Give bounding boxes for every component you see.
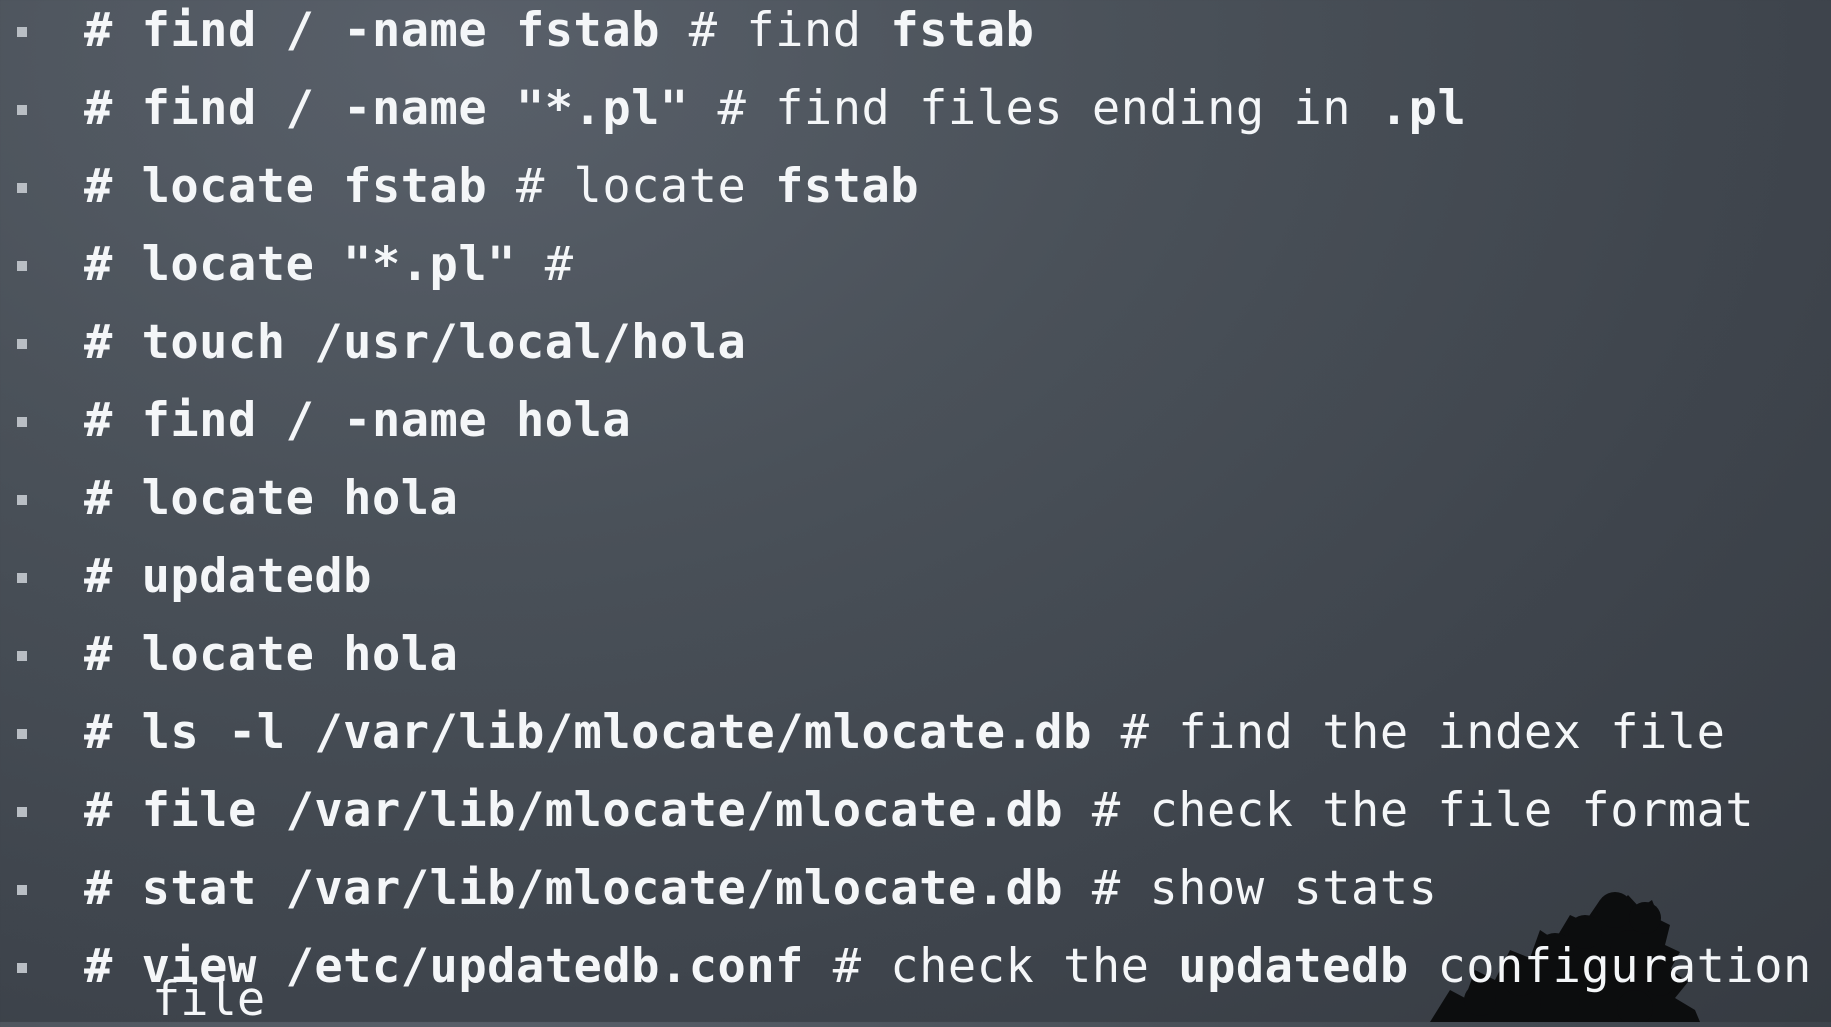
comment-bold: fstab xyxy=(890,3,1035,58)
bullet-icon xyxy=(17,105,27,115)
command-line: # find / -name fstab # find fstab xyxy=(84,0,1034,62)
command-text: file /var/lib/mlocate/mlocate.db xyxy=(141,783,1064,838)
comment-text: # xyxy=(544,237,574,292)
bullet-icon xyxy=(17,183,27,193)
command-text: touch /usr/local/hola xyxy=(141,315,747,370)
command-line: # ls -l /var/lib/mlocate/mlocate.db # fi… xyxy=(84,702,1725,764)
comment-bold: .pl xyxy=(1379,81,1467,136)
command-text: find / -name "*.pl" xyxy=(141,81,689,136)
command-line: # view /etc/updatedb.conf # check the up… xyxy=(84,936,1812,998)
command-line: # locate hola xyxy=(84,624,458,686)
command-text: locate hola xyxy=(141,471,459,526)
prompt: # xyxy=(84,393,113,448)
bullet-icon xyxy=(17,339,27,349)
bullet-icon xyxy=(17,495,27,505)
command-text: ls -l /var/lib/mlocate/mlocate.db xyxy=(141,705,1092,760)
command-line: # locate "*.pl" # xyxy=(84,234,574,296)
prompt: # xyxy=(84,705,113,760)
list-item: # locate hola xyxy=(0,468,1831,546)
comment-tail: configuration xyxy=(1408,939,1812,994)
list-item: # view /etc/updatedb.conf # check the up… xyxy=(0,936,1831,1027)
command-line: # stat /var/lib/mlocate/mlocate.db # sho… xyxy=(84,858,1437,920)
comment-text: # check the file format xyxy=(1091,783,1755,838)
list-item: # touch /usr/local/hola xyxy=(0,312,1831,390)
command-line: # updatedb xyxy=(84,546,372,608)
list-item: # locate "*.pl" # xyxy=(0,234,1831,312)
comment-text: # find xyxy=(688,3,891,58)
prompt: # xyxy=(84,939,113,994)
command-line: # locate fstab # locate fstab xyxy=(84,156,919,218)
prompt: # xyxy=(84,627,113,682)
slide: # find / -name fstab # find fstab # find… xyxy=(0,0,1831,1027)
command-text: updatedb xyxy=(141,549,372,604)
list-item: # ls -l /var/lib/mlocate/mlocate.db # fi… xyxy=(0,702,1831,780)
list-item: # file /var/lib/mlocate/mlocate.db # che… xyxy=(0,780,1831,858)
bullet-icon xyxy=(17,963,27,973)
list-item: # locate fstab # locate fstab xyxy=(0,156,1831,234)
comment-bold: fstab xyxy=(775,159,920,214)
comment-bold: updatedb xyxy=(1178,939,1409,994)
bullet-icon xyxy=(17,885,27,895)
comment-text: # locate xyxy=(515,159,776,214)
prompt: # xyxy=(84,549,113,604)
wrapped-continuation: file xyxy=(152,972,266,1027)
list-item: # locate hola xyxy=(0,624,1831,702)
list-item: # find / -name "*.pl" # find files endin… xyxy=(0,78,1831,156)
command-line: # touch /usr/local/hola xyxy=(84,312,746,374)
command-line: # file /var/lib/mlocate/mlocate.db # che… xyxy=(84,780,1754,842)
command-text: locate "*.pl" xyxy=(141,237,516,292)
prompt: # xyxy=(84,783,113,838)
command-text: stat /var/lib/mlocate/mlocate.db xyxy=(141,861,1064,916)
command-text: find / -name fstab xyxy=(141,3,660,58)
bullet-icon xyxy=(17,651,27,661)
comment-text: # find files ending in xyxy=(717,81,1380,136)
comment-text: # find the index file xyxy=(1120,705,1726,760)
list-item: # find / -name hola xyxy=(0,390,1831,468)
command-line: # find / -name hola xyxy=(84,390,631,452)
prompt: # xyxy=(84,3,113,58)
list-item: # stat /var/lib/mlocate/mlocate.db # sho… xyxy=(0,858,1831,936)
command-line: # locate hola xyxy=(84,468,458,530)
bullet-icon xyxy=(17,573,27,583)
command-text: locate fstab xyxy=(141,159,488,214)
bullet-icon xyxy=(17,27,27,37)
bullet-icon xyxy=(17,261,27,271)
command-text: locate hola xyxy=(141,627,459,682)
prompt: # xyxy=(84,237,113,292)
bullet-icon xyxy=(17,729,27,739)
prompt: # xyxy=(84,861,113,916)
prompt: # xyxy=(84,159,113,214)
comment-text: # show stats xyxy=(1091,861,1438,916)
command-line: # find / -name "*.pl" # find files endin… xyxy=(84,78,1466,140)
bullet-icon xyxy=(17,807,27,817)
list-item: # updatedb xyxy=(0,546,1831,624)
list-item: # find / -name fstab # find fstab xyxy=(0,0,1831,78)
bullet-icon xyxy=(17,417,27,427)
comment-text: # check the xyxy=(832,939,1179,994)
prompt: # xyxy=(84,471,113,526)
prompt: # xyxy=(84,315,113,370)
command-text: find / -name hola xyxy=(141,393,632,448)
prompt: # xyxy=(84,81,113,136)
